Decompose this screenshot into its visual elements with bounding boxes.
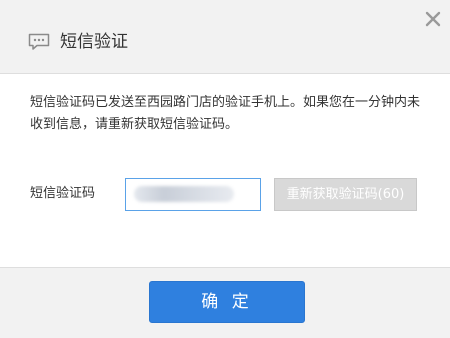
dialog-title: 短信验证 — [60, 32, 128, 52]
resend-code-button[interactable]: 重新获取验证码(60) — [274, 178, 417, 211]
dialog-footer: 确 定 — [0, 268, 450, 338]
sms-sent-message: 短信验证码已发送至西园路门店的验证手机上。如果您在一分钟内未收到信息，请重新获取… — [30, 95, 421, 132]
confirm-button[interactable]: 确 定 — [149, 281, 305, 323]
code-field-label: 短信验证码 — [30, 186, 96, 201]
dialog-body: 短信验证码已发送至西园路门店的验证手机上。如果您在一分钟内未收到信息，请重新获取… — [0, 74, 450, 268]
verification-code-input[interactable] — [125, 178, 261, 211]
close-icon[interactable] — [424, 10, 442, 28]
blurred-code-value — [134, 186, 234, 202]
dialog-header: 短信验证 — [0, 0, 450, 74]
sms-chat-icon — [28, 33, 50, 50]
sms-verification-dialog: 短信验证 短信验证码已发送至西园路门店的验证手机上。如果您在一分钟内未收到信息，… — [0, 0, 450, 338]
